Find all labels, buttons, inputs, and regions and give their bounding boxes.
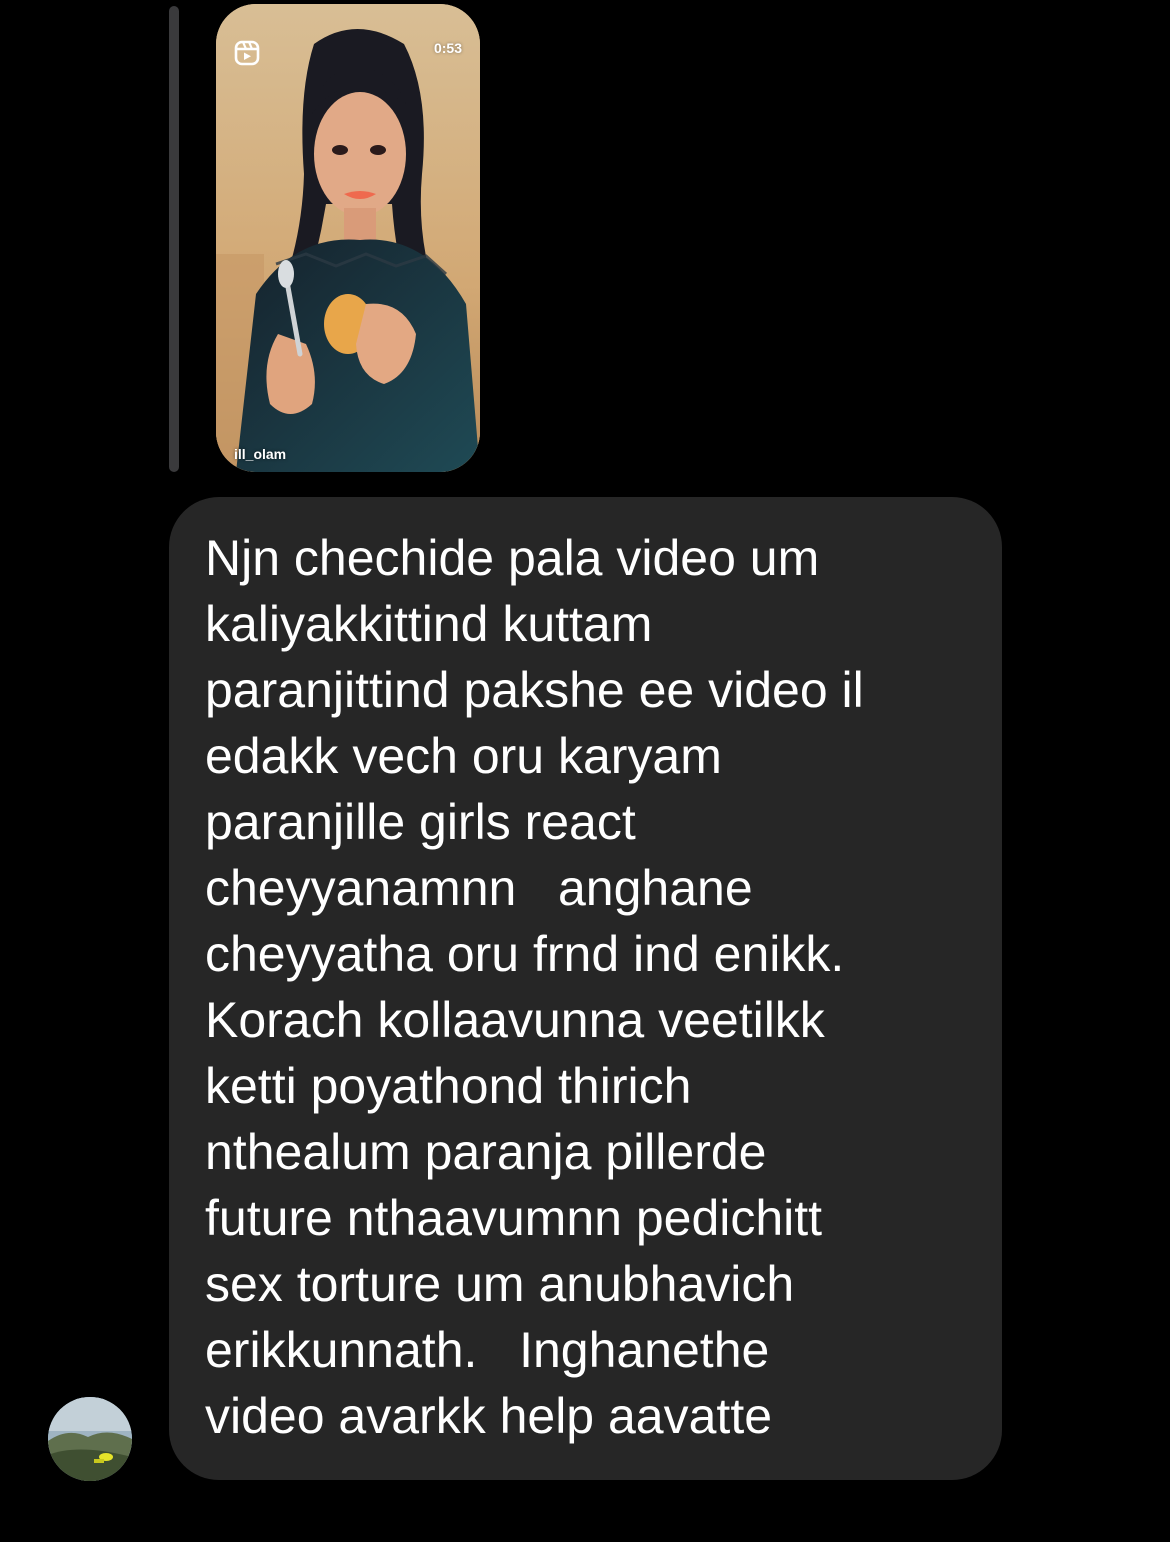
message-text: Njn chechide pala video um kaliyakkittin… [205,530,864,1444]
reel-username: ill_olam [234,446,287,462]
reels-icon [234,40,260,66]
reply-indicator-bar [169,6,179,472]
message-bubble[interactable]: Njn chechide pala video um kaliyakkittin… [169,497,1002,1480]
reel-thumbnail [216,4,480,472]
avatar-image [48,1397,132,1481]
reel-duration: 0:53 [433,40,462,56]
sender-avatar[interactable] [48,1397,132,1481]
shared-reel-preview[interactable]: 0:53 ill_olam [216,4,480,472]
